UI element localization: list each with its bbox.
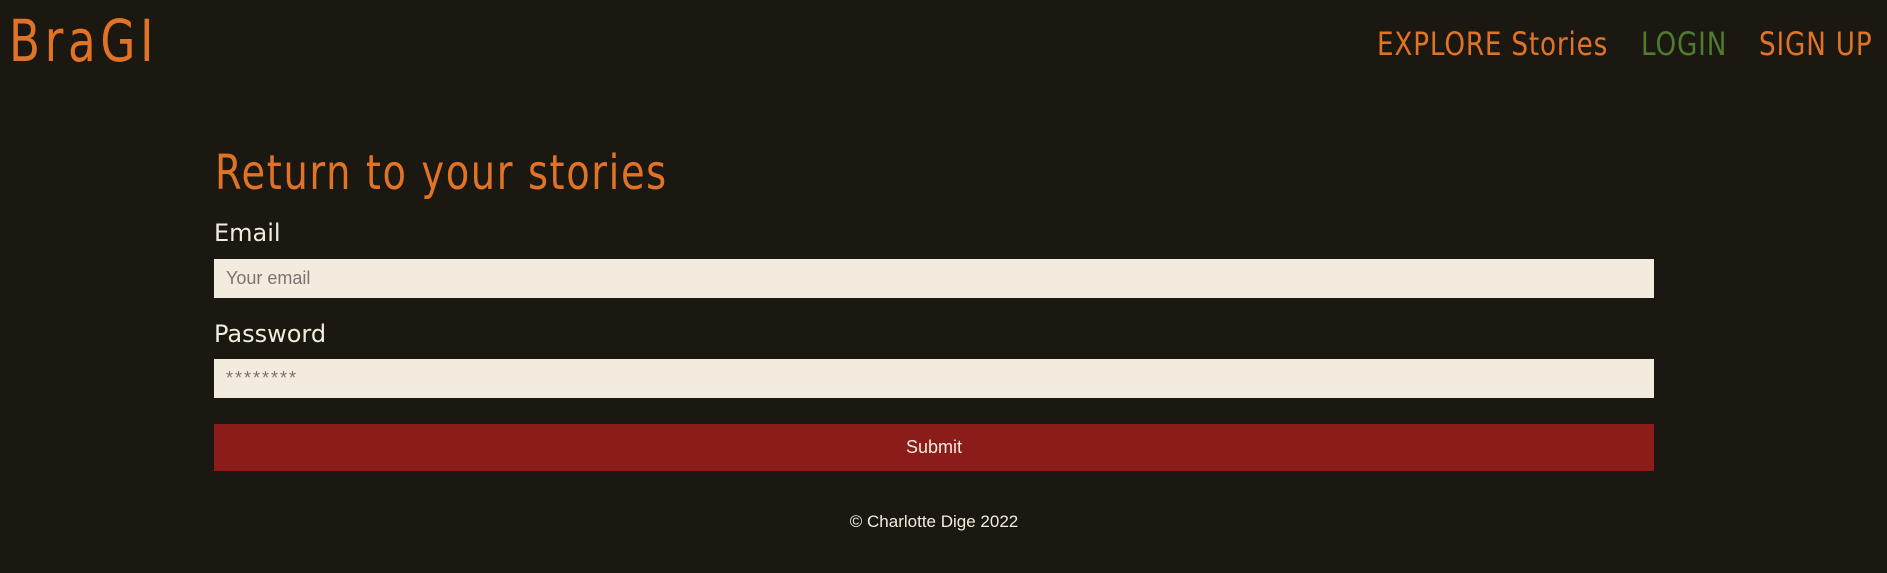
email-label: Email: [214, 219, 281, 247]
nav-sign-up[interactable]: SIGN UP: [1759, 22, 1872, 66]
password-label: Password: [214, 320, 327, 348]
email-input[interactable]: [214, 259, 1654, 298]
submit-button[interactable]: Submit: [214, 424, 1654, 471]
page-title: Return to your stories: [215, 145, 668, 201]
footer-copyright: © Charlotte Dige 2022: [849, 512, 1019, 531]
nav-explore-stories[interactable]: EXPLORE Stories: [1377, 22, 1608, 66]
site-header: BraGI EXPLORE Stories LOGIN SIGN UP: [0, 0, 1887, 90]
password-input[interactable]: [214, 359, 1654, 398]
logo-link[interactable]: BraGI: [9, 6, 158, 76]
nav-login[interactable]: LOGIN: [1641, 22, 1727, 66]
